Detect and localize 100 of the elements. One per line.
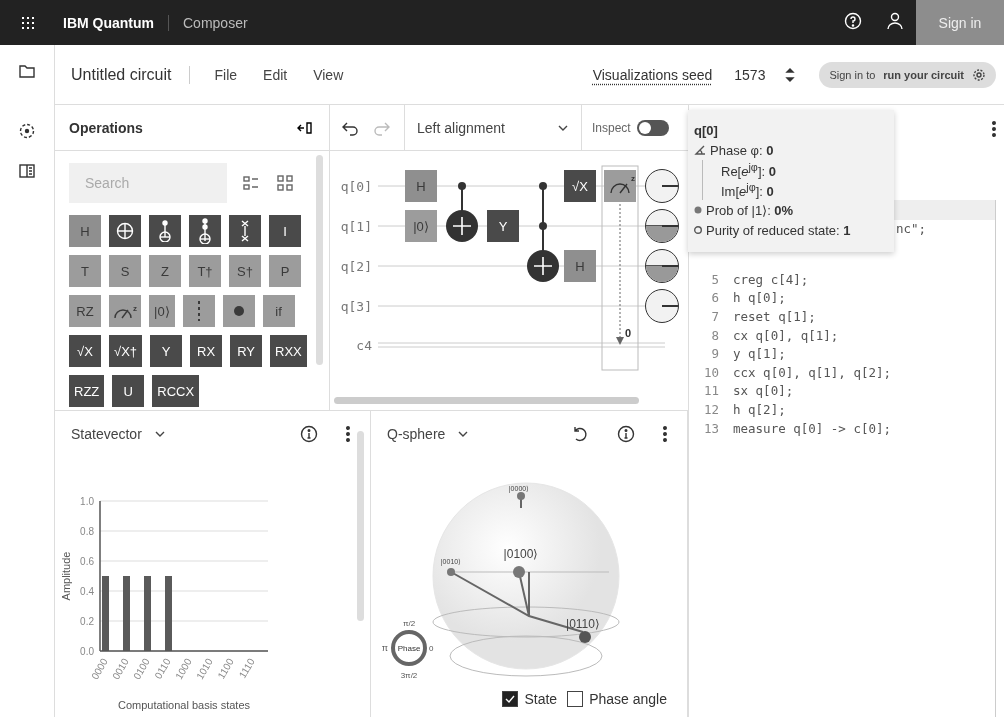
phase-tick-label: π/2: [402, 619, 416, 628]
kebab-icon: [346, 425, 350, 442]
line-number: 9: [710, 346, 719, 362]
gate-tile[interactable]: RZ: [69, 295, 101, 327]
list-view-button[interactable]: [241, 173, 261, 193]
phase-tick-label: 3π/2: [400, 671, 418, 680]
checkbox-label: Phase angle: [589, 691, 667, 707]
gate-tile[interactable]: RCCX: [152, 375, 200, 407]
imaginary-part: Im[e$^{jφ}$]: 0: [721, 180, 774, 200]
line-number: 8: [710, 327, 719, 343]
inspect-label: Inspect: [591, 120, 631, 135]
probability-disk: [645, 169, 679, 203]
measure-gauge: z: [113, 303, 137, 319]
scrollbar[interactable]: [334, 397, 639, 404]
scrollbar[interactable]: [357, 431, 364, 621]
probability-disk: [645, 289, 679, 323]
cnot-gate[interactable]: [446, 182, 478, 242]
line-number: 10: [702, 364, 719, 380]
measure-gate[interactable]: z: [604, 170, 636, 202]
gate-box[interactable]: √X: [564, 170, 596, 202]
gate-tile[interactable]: Z: [149, 255, 181, 287]
panel-button[interactable]: [17, 161, 37, 181]
gate-box[interactable]: Y: [487, 210, 519, 242]
gate-tile[interactable]: U: [112, 375, 145, 407]
cnot-gate[interactable]: [527, 182, 559, 282]
kebab-icon: [663, 425, 667, 442]
folder-icon: [19, 63, 35, 79]
gate-tile[interactable]: RX: [190, 335, 223, 367]
gate-tile[interactable]: |0⟩: [149, 295, 175, 327]
code-text: sx q[0];: [733, 383, 794, 399]
gate-box[interactable]: H: [405, 170, 437, 202]
rotate-icon: [571, 424, 589, 443]
code-text: reset q[1];: [733, 309, 816, 324]
run-circuit-button[interactable]: Sign in to run your circuit: [819, 61, 996, 88]
gate-tile[interactable]: [109, 215, 141, 247]
state-label: |0100⟩: [503, 547, 539, 561]
visualization-dropdown[interactable]: Statevector: [71, 425, 166, 442]
probability-value: Prob of |1⟩: 0%: [706, 202, 794, 218]
gate-tile[interactable]: H: [69, 215, 101, 247]
gate-box[interactable]: H: [564, 250, 596, 282]
search-field[interactable]: Search: [69, 163, 227, 203]
code-text: measure q[0] -> c[0];: [733, 420, 892, 436]
gate-tile[interactable]: Y: [150, 335, 183, 367]
panel-title: Operations: [69, 119, 143, 136]
grid-view-button[interactable]: [275, 173, 295, 193]
kebab-icon: [992, 121, 996, 137]
gate-tile[interactable]: [222, 295, 255, 327]
gate-tile[interactable]: if: [262, 295, 295, 327]
gate-tile[interactable]: [182, 295, 215, 327]
gate-tile[interactable]: RY: [230, 335, 263, 367]
checkbox[interactable]: [502, 691, 519, 707]
bit-label: 0: [625, 327, 632, 339]
purity-value: Purity of reduced state: 1: [706, 222, 851, 238]
phase-value: Phase φ: 0: [710, 142, 774, 158]
gate-tile[interactable]: T: [69, 255, 101, 287]
checkbox[interactable]: [567, 691, 584, 707]
gate-tile[interactable]: [149, 215, 181, 247]
code-text: creg c[4];: [733, 271, 809, 287]
inspect-toggle[interactable]: [636, 119, 669, 136]
line-number: 6: [710, 290, 719, 306]
gate-box[interactable]: |0⟩: [405, 210, 437, 242]
circuit-title[interactable]: Untitled circuit: [55, 65, 191, 84]
gate-tile[interactable]: S: [109, 255, 141, 287]
checkbox-label: State: [524, 691, 558, 707]
gate-tile[interactable]: √X: [69, 335, 101, 367]
phase-tick-label: 0: [429, 644, 434, 653]
circle-icon: [694, 226, 702, 234]
probability-disk: [645, 249, 679, 283]
gate-tile[interactable]: [189, 215, 221, 247]
code-text: nc";: [896, 220, 927, 238]
wire-label: q[3]: [340, 299, 372, 314]
gate-tile[interactable]: S†: [229, 255, 261, 287]
gate-tile[interactable]: [229, 215, 261, 247]
code-text: h q[2];: [733, 401, 786, 417]
line-number: 11: [702, 383, 719, 399]
y-tick-label: 1.0: [80, 496, 94, 507]
grid-view-icon: [277, 175, 293, 191]
y-tick-label: 0.4: [80, 586, 94, 597]
menu-item[interactable]: File: [212, 64, 240, 85]
menu-item[interactable]: View: [311, 64, 346, 85]
circuit-button[interactable]: [17, 121, 37, 141]
gate-tile[interactable]: RZZ: [69, 375, 105, 407]
gate-tile[interactable]: I: [269, 215, 301, 247]
gate-tile[interactable]: T†: [189, 255, 221, 287]
phase-tick-label: π: [381, 643, 388, 653]
real-part: Re[e$^{jφ}$]: 0: [721, 160, 776, 180]
gate-tile[interactable]: RXX: [270, 335, 307, 367]
gate-tile[interactable]: P: [269, 255, 301, 287]
gate-tile[interactable]: z: [109, 295, 141, 327]
gate-tile[interactable]: √X†: [109, 335, 143, 367]
menu-item[interactable]: Edit: [261, 64, 290, 85]
overflow-menu-button[interactable]: [992, 121, 996, 137]
scrollbar[interactable]: [316, 155, 323, 365]
wire-label: q[1]: [340, 219, 372, 234]
wire-label: q[2]: [340, 259, 372, 274]
visualization-dropdown[interactable]: Q-sphere: [387, 425, 470, 442]
seed-value[interactable]: 1573: [734, 66, 766, 83]
alignment-dropdown[interactable]: Left alignment: [404, 105, 582, 150]
user-icon: [886, 11, 904, 30]
y-tick-label: 0.8: [80, 526, 94, 537]
